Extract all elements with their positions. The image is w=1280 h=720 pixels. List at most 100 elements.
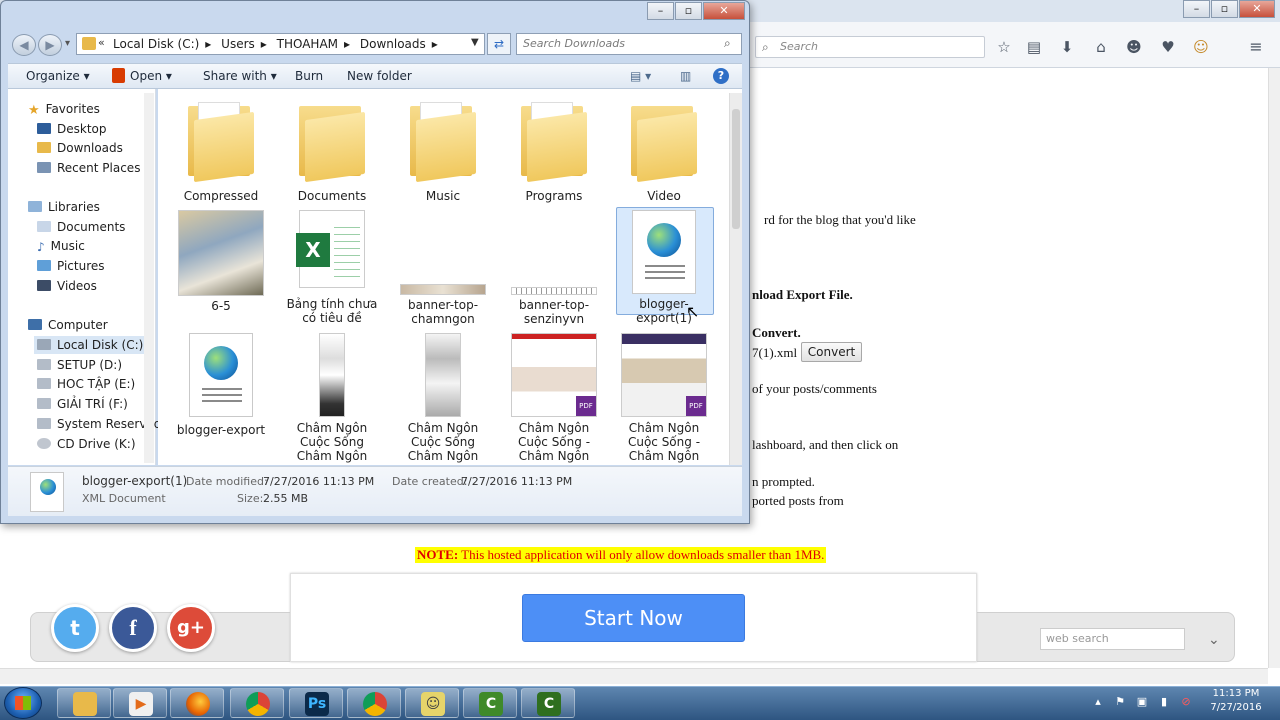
- open-button[interactable]: Open ▾: [130, 69, 172, 83]
- nav-favorites[interactable]: ★ Favorites: [28, 100, 100, 118]
- folder-programs[interactable]: Programs: [504, 98, 604, 203]
- nav-lib-music[interactable]: ♪ Music: [37, 237, 85, 255]
- new-folder-button[interactable]: New folder: [347, 69, 412, 83]
- volume-muted-icon[interactable]: ⊘: [1180, 696, 1192, 708]
- nav-computer[interactable]: Computer: [28, 316, 108, 334]
- file-cham-ngon-1[interactable]: Châm Ngôn Cuộc Sống Châm Ngôn: [282, 333, 382, 463]
- organize-button[interactable]: Organize ▾: [26, 69, 90, 83]
- taskbar-firefox[interactable]: [170, 688, 224, 718]
- facebook-icon[interactable]: f: [109, 604, 157, 652]
- folder-video[interactable]: Video: [614, 98, 714, 203]
- refresh-icon[interactable]: ⇄: [487, 33, 511, 55]
- pocket-icon[interactable]: ♥: [1159, 38, 1177, 56]
- explorer-minimize-icon[interactable]: –: [647, 2, 674, 20]
- file-blogger-export[interactable]: blogger-export: [171, 333, 271, 437]
- minimize-icon[interactable]: –: [1183, 0, 1210, 18]
- breadcrumb-1[interactable]: Users: [221, 37, 255, 51]
- page-text-1: rd for the blog that you'd like: [764, 212, 916, 227]
- windows-start-button[interactable]: [4, 687, 42, 719]
- double-chevron-icon[interactable]: «: [98, 36, 105, 49]
- page-vertical-scrollbar[interactable]: [1268, 68, 1280, 668]
- nav-lib-documents[interactable]: Documents: [37, 218, 125, 236]
- details-modified: 7/27/2016 11:13 PM: [263, 475, 375, 488]
- network-adapter-icon[interactable]: ▣: [1136, 696, 1148, 708]
- file-6-5[interactable]: 6-5: [171, 210, 271, 313]
- burn-button[interactable]: Burn: [295, 69, 323, 83]
- menu-icon[interactable]: ≡: [1247, 38, 1265, 56]
- breadcrumb-0[interactable]: Local Disk (C:): [113, 37, 199, 51]
- nav-cd-drive[interactable]: CD Drive (K:): [37, 435, 136, 453]
- nav-lib-pictures[interactable]: Pictures: [37, 257, 105, 275]
- item-label: blogger-export: [176, 423, 266, 437]
- share-with-button[interactable]: Share with ▾: [203, 69, 277, 83]
- download-icon[interactable]: ⬇: [1058, 38, 1076, 56]
- back-arrow-icon[interactable]: ◀: [12, 34, 36, 56]
- maximize-icon[interactable]: ▫: [1211, 0, 1238, 18]
- nav-desktop[interactable]: Desktop: [37, 120, 107, 138]
- chat-icon[interactable]: ☻: [1125, 38, 1143, 56]
- emoji-icon[interactable]: ☺: [1192, 38, 1210, 56]
- start-now-button[interactable]: Start Now: [522, 594, 745, 642]
- file-banner-chamngon[interactable]: banner-top-chamngon: [393, 210, 493, 326]
- history-dropdown-icon[interactable]: ▾: [65, 38, 70, 49]
- breadcrumb-2[interactable]: THOAHAM: [277, 37, 338, 51]
- star-icon[interactable]: ☆: [995, 38, 1013, 56]
- taskbar-photoshop[interactable]: Ps: [289, 688, 343, 718]
- file-cham-ngon-pdf-2[interactable]: PDF Châm Ngôn Cuộc Sống - Châm Ngôn: [614, 333, 714, 463]
- help-icon[interactable]: ?: [713, 68, 729, 84]
- content-scrollbar[interactable]: [729, 93, 742, 465]
- system-clock[interactable]: 11:13 PM 7/27/2016: [1202, 687, 1270, 715]
- pdf-thumbnail: PDF: [621, 333, 707, 417]
- google-plus-icon[interactable]: g+: [167, 604, 215, 652]
- taskbar-media[interactable]: ▶: [113, 688, 167, 718]
- web-search-input[interactable]: web search: [1040, 628, 1185, 650]
- nav-downloads[interactable]: Downloads: [37, 139, 123, 157]
- file-cham-ngon-2[interactable]: Châm Ngôn Cuộc Sống Châm Ngôn: [393, 333, 493, 463]
- nav-drive-f[interactable]: GIẢI TRÍ (F:): [37, 395, 128, 413]
- taskbar-camtasia-2[interactable]: C: [521, 688, 575, 718]
- nav-lib-videos[interactable]: Videos: [37, 277, 97, 295]
- twitter-icon[interactable]: t: [51, 604, 99, 652]
- home-icon[interactable]: ⌂: [1092, 38, 1110, 56]
- explorer-search-input[interactable]: Search Downloads: [516, 33, 742, 55]
- nav-lib-pictures-label: Pictures: [57, 259, 105, 273]
- taskbar-explorer[interactable]: [57, 688, 111, 718]
- nav-libraries[interactable]: Libraries: [28, 198, 100, 216]
- nav-system-reserved[interactable]: System Reserved: [37, 415, 161, 433]
- convert-button[interactable]: Convert: [801, 342, 862, 362]
- scrollbar-thumb[interactable]: [732, 109, 740, 229]
- folder-music[interactable]: Music: [393, 98, 493, 203]
- nav-drive-d[interactable]: SETUP (D:): [37, 356, 122, 374]
- taskbar-notes[interactable]: ☺: [405, 688, 459, 718]
- breadcrumb-3[interactable]: Downloads: [360, 37, 426, 51]
- taskbar-camtasia[interactable]: C: [463, 688, 517, 718]
- file-bang-tinh[interactable]: X Bảng tính chưa có tiêu đề: [282, 210, 382, 325]
- taskbar-chrome[interactable]: [230, 688, 284, 718]
- folder-documents[interactable]: Documents: [282, 98, 382, 203]
- flag-icon[interactable]: ⚑: [1114, 696, 1126, 708]
- tray-expand-icon[interactable]: ▴: [1092, 696, 1104, 708]
- view-options-icon[interactable]: ▤ ▾: [630, 69, 651, 83]
- nav-recent-label: Recent Places: [57, 161, 141, 175]
- taskbar-chrome-2[interactable]: [347, 688, 401, 718]
- signal-icon[interactable]: ▮: [1158, 696, 1170, 708]
- file-cham-ngon-pdf-1[interactable]: PDF Châm Ngôn Cuộc Sống - Châm Ngôn: [504, 333, 604, 463]
- clipboard-icon[interactable]: ▤: [1025, 38, 1043, 56]
- folder-icon: [408, 98, 478, 183]
- preview-pane-icon[interactable]: ▥: [680, 69, 691, 83]
- address-bar[interactable]: Local Disk (C:) ▸ Users ▸ THOAHAM ▸ Downloa…: [76, 33, 485, 55]
- address-dropdown-icon[interactable]: ▼: [471, 37, 479, 48]
- nav-recent-places[interactable]: Recent Places: [37, 159, 140, 177]
- forward-arrow-icon[interactable]: ▶: [38, 34, 62, 56]
- nav-drive-e[interactable]: HOC TẬP (E:): [37, 375, 135, 393]
- nav-drive-c[interactable]: Local Disk (C:): [34, 336, 154, 354]
- nav-scrollbar[interactable]: [144, 93, 154, 463]
- file-banner-senzinyvn[interactable]: banner-top-senzinyvn: [504, 210, 604, 326]
- explorer-close-icon[interactable]: ✕: [703, 2, 745, 20]
- page-horizontal-scrollbar[interactable]: [0, 668, 1268, 684]
- browser-search-input[interactable]: Search: [755, 36, 985, 58]
- chevron-down-icon[interactable]: ⌄: [1208, 632, 1220, 648]
- explorer-maximize-icon[interactable]: ▫: [675, 2, 702, 20]
- folder-compressed[interactable]: Compressed: [171, 98, 271, 203]
- close-icon[interactable]: ✕: [1239, 0, 1275, 18]
